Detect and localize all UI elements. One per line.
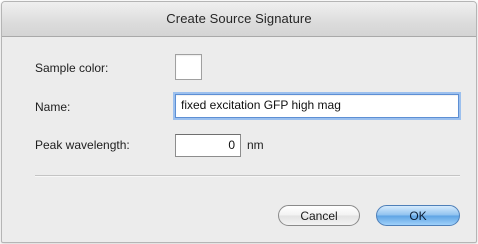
dialog-separator <box>35 175 460 177</box>
name-label: Name: <box>35 100 71 114</box>
dialog-title: Create Source Signature <box>166 11 312 26</box>
peak-wavelength-label: Peak wavelength: <box>35 138 130 152</box>
dialog-titlebar[interactable]: Create Source Signature <box>2 2 476 37</box>
peak-wavelength-unit: nm <box>247 138 264 152</box>
sample-color-swatch[interactable] <box>175 54 202 80</box>
sample-color-label: Sample color: <box>35 61 109 75</box>
peak-wavelength-input[interactable]: 0 <box>175 134 241 157</box>
name-input[interactable]: fixed excitation GFP high mag <box>175 94 459 118</box>
ok-button[interactable]: OK <box>376 205 460 226</box>
create-source-signature-dialog: Create Source Signature Sample color: Na… <box>1 1 477 243</box>
cancel-button[interactable]: Cancel <box>278 205 360 226</box>
